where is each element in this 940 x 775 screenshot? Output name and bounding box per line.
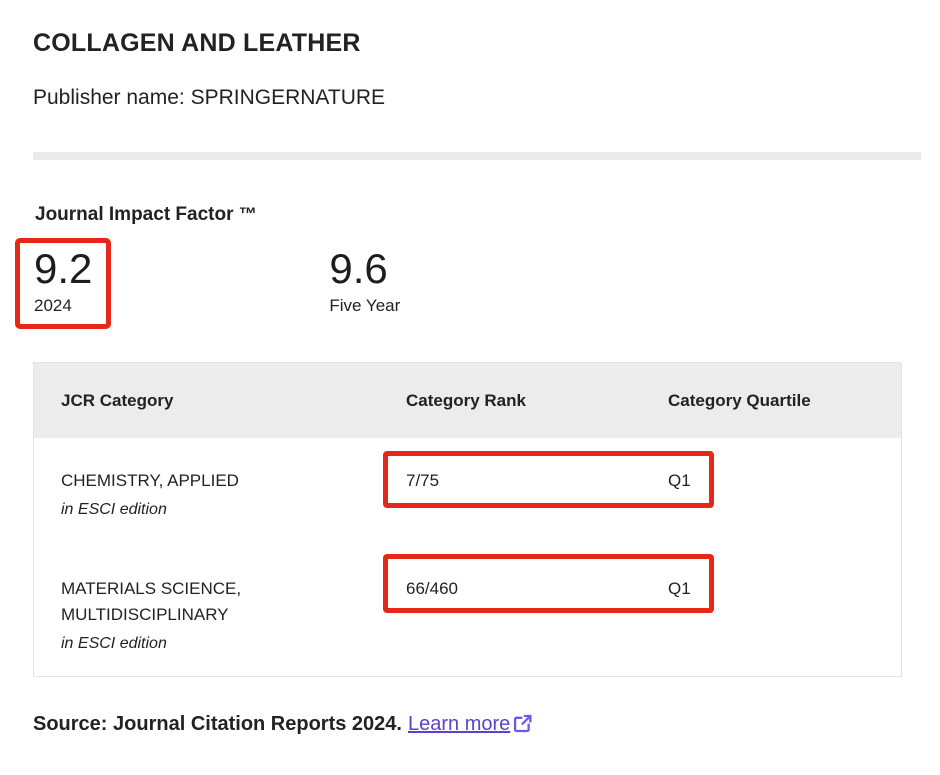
publisher-line: Publisher name: SPRINGERNATURE: [33, 85, 940, 111]
category-cell: CHEMISTRY, APPLIED in ESCI edition: [34, 468, 379, 521]
trademark-symbol: ™: [239, 204, 257, 224]
category-cell: MATERIALS SCIENCE, MULTIDISCIPLINARY in …: [34, 576, 379, 655]
column-header-jcr-category: JCR Category: [34, 391, 379, 411]
jif-five-year-value: 9.6: [329, 245, 400, 293]
column-header-category-rank: Category Rank: [379, 391, 641, 411]
rank-value: 66/460: [379, 576, 641, 655]
category-name: CHEMISTRY, APPLIED: [61, 468, 341, 494]
jif-five-year-label: Five Year: [329, 295, 400, 316]
source-footer: Source: Journal Citation Reports 2024. Le…: [33, 711, 940, 741]
edition-note: in ESCI edition: [61, 632, 379, 655]
source-text: Source: Journal Citation Reports 2024.: [33, 713, 402, 735]
jif-five-year-metric: 9.6 Five Year: [329, 238, 400, 316]
jif-heading-text: Journal Impact Factor: [35, 204, 234, 225]
page-title: COLLAGEN AND LEATHER: [33, 28, 940, 58]
jcr-category-table: JCR Category Category Rank Category Quar…: [33, 362, 902, 677]
jif-2024-value: 9.2: [34, 245, 92, 293]
quartile-value: Q1: [641, 468, 901, 521]
annotation-box-jif-2024: 9.2 2024: [15, 238, 111, 329]
external-link-icon[interactable]: [512, 713, 533, 741]
quartile-value: Q1: [641, 576, 901, 655]
edition-note: in ESCI edition: [61, 498, 379, 521]
jif-2024-label: 2024: [34, 295, 92, 316]
section-divider: [33, 152, 921, 160]
category-name: MATERIALS SCIENCE, MULTIDISCIPLINARY: [61, 576, 341, 628]
impact-factor-metrics: 9.2 2024 9.6 Five Year: [15, 238, 940, 329]
column-header-category-quartile: Category Quartile: [641, 391, 901, 411]
learn-more-link[interactable]: Learn more: [408, 713, 533, 735]
table-row: MATERIALS SCIENCE, MULTIDISCIPLINARY in …: [34, 544, 901, 676]
journal-report-page: COLLAGEN AND LEATHER Publisher name: SPR…: [0, 28, 940, 741]
table-row: CHEMISTRY, APPLIED in ESCI edition 7/75 …: [34, 438, 901, 544]
rank-value: 7/75: [379, 468, 641, 521]
table-header-row: JCR Category Category Rank Category Quar…: [34, 363, 901, 438]
jif-heading: Journal Impact Factor ™: [35, 203, 940, 226]
learn-more-label[interactable]: Learn more: [408, 713, 510, 735]
